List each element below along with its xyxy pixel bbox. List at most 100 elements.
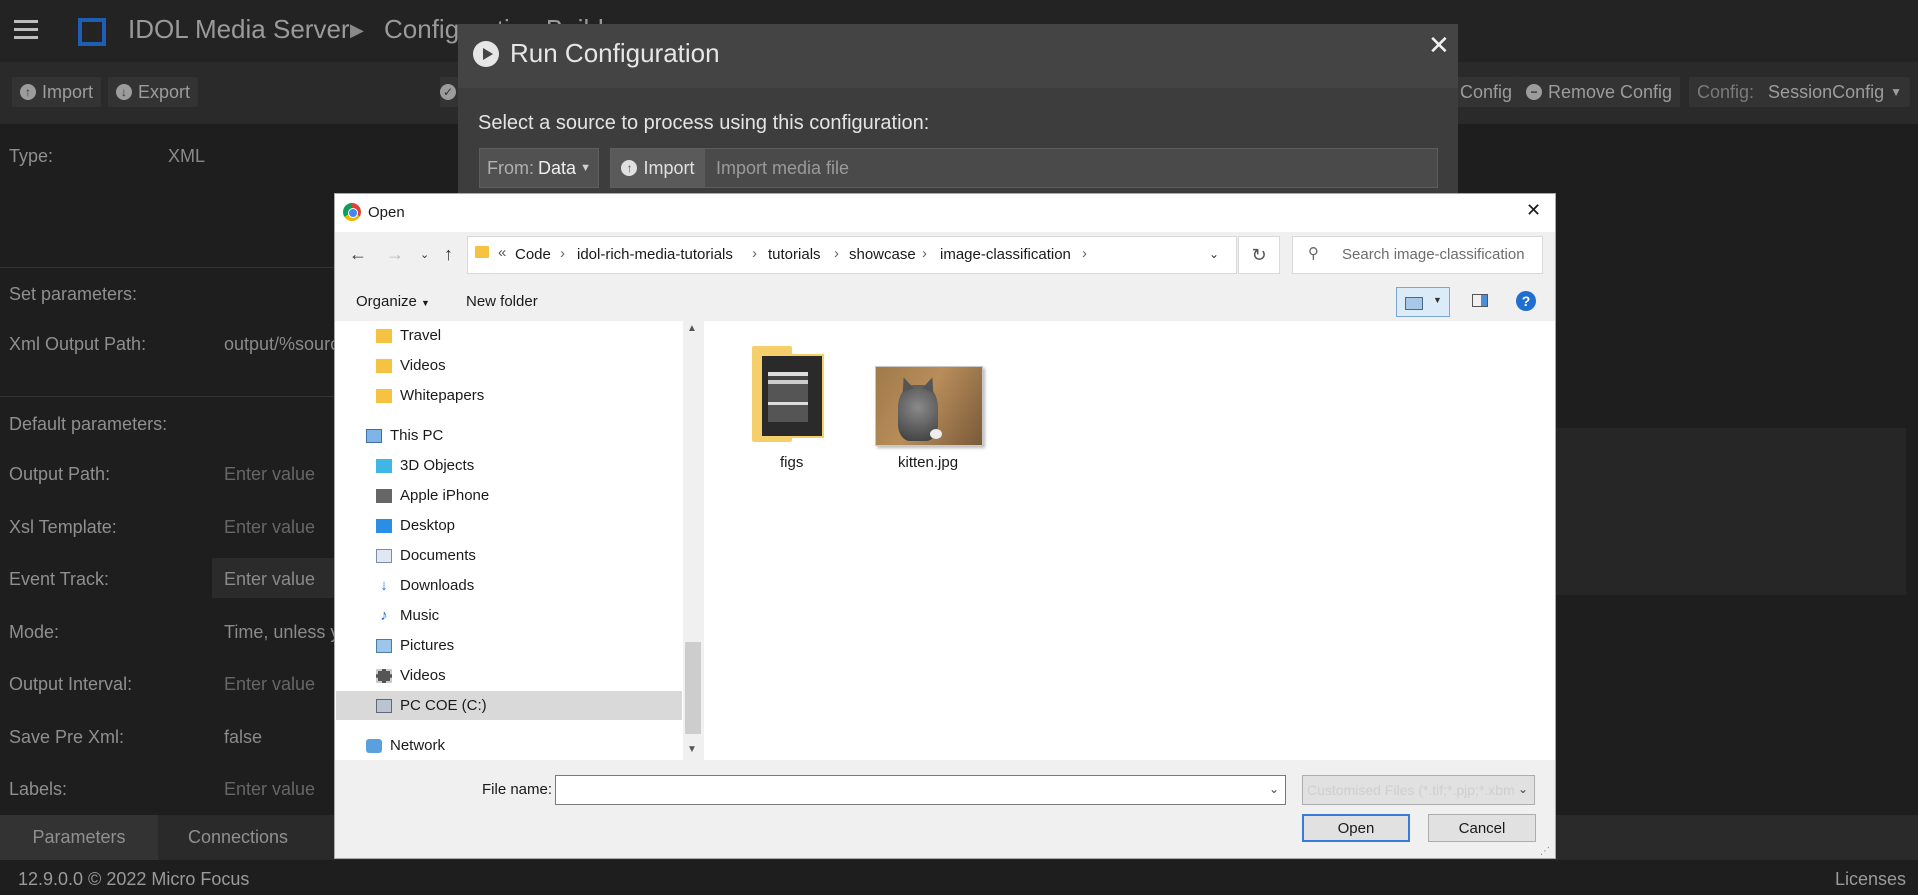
close-icon[interactable]: ✕ (1526, 200, 1541, 221)
nav-item-documents[interactable]: Documents (376, 547, 476, 564)
caret-down-icon: ▼ (580, 162, 591, 174)
add-config-label: Config (1460, 81, 1513, 102)
add-config-button[interactable]: Config (1452, 77, 1521, 107)
mode-value[interactable]: Time, unless yo (224, 622, 334, 643)
breadcrumb-item[interactable]: showcase (849, 246, 916, 263)
export-config-button[interactable]: ↓ Export (108, 77, 199, 107)
xsl-template-label: Xsl Template: (9, 517, 117, 537)
folder-icon (475, 246, 489, 258)
nav-item-videos[interactable]: Videos (376, 667, 446, 684)
chevron-right-icon: › (560, 245, 565, 262)
close-icon[interactable]: ✕ (1428, 30, 1450, 61)
app-title: IDOL Media Server (128, 14, 350, 44)
save-pre-xml-label: Save Pre Xml: (9, 727, 125, 747)
address-dropdown-icon[interactable]: ⌄ (1209, 247, 1219, 261)
folder-icon (376, 388, 392, 403)
up-arrow-icon[interactable]: ↑ (444, 244, 453, 265)
tab-connections[interactable]: Connections (158, 815, 318, 860)
file-name-input[interactable]: ⌄ (555, 775, 1286, 805)
divider (0, 267, 335, 268)
organize-menu[interactable]: Organize ▼ (356, 293, 430, 310)
menu-icon[interactable] (14, 20, 38, 40)
chevron-right-icon: › (922, 245, 927, 262)
output-interval-input[interactable]: Enter value (224, 674, 315, 695)
desktop-icon (376, 518, 392, 533)
status-bar (0, 860, 1918, 895)
back-arrow-icon[interactable]: ← (349, 244, 367, 265)
output-path-input[interactable]: Enter value (224, 464, 315, 485)
nav-item-desktop[interactable]: Desktop (376, 517, 455, 534)
pictures-icon (376, 638, 392, 653)
nav-item-label: Whitepapers (400, 387, 485, 404)
upload-icon: ↑ (621, 160, 638, 176)
breadcrumb-item[interactable]: idol-rich-media-tutorials (577, 246, 733, 263)
mode-label: Mode: (9, 622, 60, 642)
remove-config-button[interactable]: − Remove Config (1518, 77, 1681, 107)
upload-icon: ↑ (20, 84, 36, 100)
help-icon[interactable]: ? (1516, 291, 1536, 311)
open-button[interactable]: Open (1302, 814, 1410, 842)
breadcrumb-overflow[interactable]: « (498, 244, 506, 261)
event-track-input[interactable]: Enter value (224, 569, 315, 590)
licenses-link[interactable]: Licenses (1835, 869, 1906, 890)
tab-parameters[interactable]: Parameters (0, 815, 158, 860)
scroll-down-icon[interactable]: ▼ (687, 744, 697, 755)
network-icon (366, 738, 382, 753)
new-folder-button[interactable]: New folder (466, 293, 538, 310)
nav-item-label: Documents (400, 547, 476, 564)
preview-pane-icon[interactable] (1472, 294, 1488, 307)
nav-item-travel[interactable]: Travel (376, 327, 441, 344)
view-options-button[interactable]: ▼ (1396, 287, 1450, 317)
breadcrumb-item[interactable]: tutorials (768, 246, 821, 263)
kitten-thumbnail[interactable] (875, 366, 983, 446)
cancel-button[interactable]: Cancel (1428, 814, 1536, 842)
nav-item-network[interactable]: Network (366, 737, 445, 754)
check-icon: ✓ (440, 84, 456, 100)
nav-item-downloads[interactable]: ↓ Downloads (376, 577, 474, 594)
xml-output-path-value[interactable]: output/%source (224, 334, 334, 355)
nav-item-this-pc[interactable]: This PC (366, 427, 443, 444)
nav-scrollbar-thumb[interactable] (685, 642, 701, 734)
config-select[interactable]: Config: SessionConfig ▼ (1689, 77, 1911, 107)
recent-locations-icon[interactable]: ⌄ (420, 248, 429, 261)
nav-item-videos-quick[interactable]: Videos (376, 357, 446, 374)
download-icon: ↓ (116, 84, 132, 100)
nav-item-3d-objects[interactable]: 3D Objects (376, 457, 474, 474)
import-media-button[interactable]: ↑ Import (611, 149, 705, 187)
nav-item-label: 3D Objects (400, 457, 475, 474)
view-icon (1405, 297, 1423, 310)
set-parameters-heading: Set parameters: (9, 284, 138, 304)
save-pre-xml-value[interactable]: false (224, 727, 262, 748)
breadcrumb-item[interactable]: image-classification (940, 246, 1071, 263)
dropdown-icon: ⌄ (1268, 782, 1279, 796)
output-interval-label: Output Interval: (9, 674, 133, 694)
run-configuration-title: Run Configuration (510, 38, 720, 68)
resize-grip-icon[interactable]: ⋰ (1540, 846, 1550, 857)
nav-item-music[interactable]: ♪ Music (376, 607, 439, 624)
toolbar-hidden-button[interactable]: ✓ (440, 77, 458, 107)
refresh-icon[interactable]: ↻ (1238, 236, 1280, 274)
config-select-value: SessionConfig (1768, 81, 1885, 102)
breadcrumb-item[interactable]: Code (515, 246, 551, 263)
file-item-figs[interactable] (748, 344, 832, 444)
chevron-right-icon: › (834, 245, 839, 262)
nav-item-pictures[interactable]: Pictures (376, 637, 454, 654)
nav-item-whitepapers[interactable]: Whitepapers (376, 387, 484, 404)
import-config-button[interactable]: ↑ Import (12, 77, 102, 107)
chevron-right-icon: › (752, 245, 757, 262)
breadcrumb-arrow-icon: ▶ (350, 20, 364, 40)
document-icon (376, 548, 392, 563)
dropdown-icon: ⌄ (1517, 782, 1528, 796)
file-type-select[interactable]: Customised Files (*.tif;*.pjp;*.xbm ⌄ (1302, 775, 1535, 805)
caret-down-icon: ▼ (421, 298, 430, 308)
labels-input[interactable]: Enter value (224, 779, 315, 800)
nav-item-label: Music (400, 607, 440, 624)
nav-item-label: Videos (400, 357, 446, 374)
nav-item-apple-iphone[interactable]: Apple iPhone (376, 487, 489, 504)
source-type-select[interactable]: From: Data ▼ (479, 148, 599, 188)
forward-arrow-icon[interactable]: → (386, 244, 404, 265)
xsl-template-input[interactable]: Enter value (224, 517, 315, 538)
scroll-up-icon[interactable]: ▲ (687, 323, 697, 334)
nav-item-pc-coe-c[interactable]: PC COE (C:) (376, 697, 487, 714)
folder-icon (376, 328, 392, 343)
